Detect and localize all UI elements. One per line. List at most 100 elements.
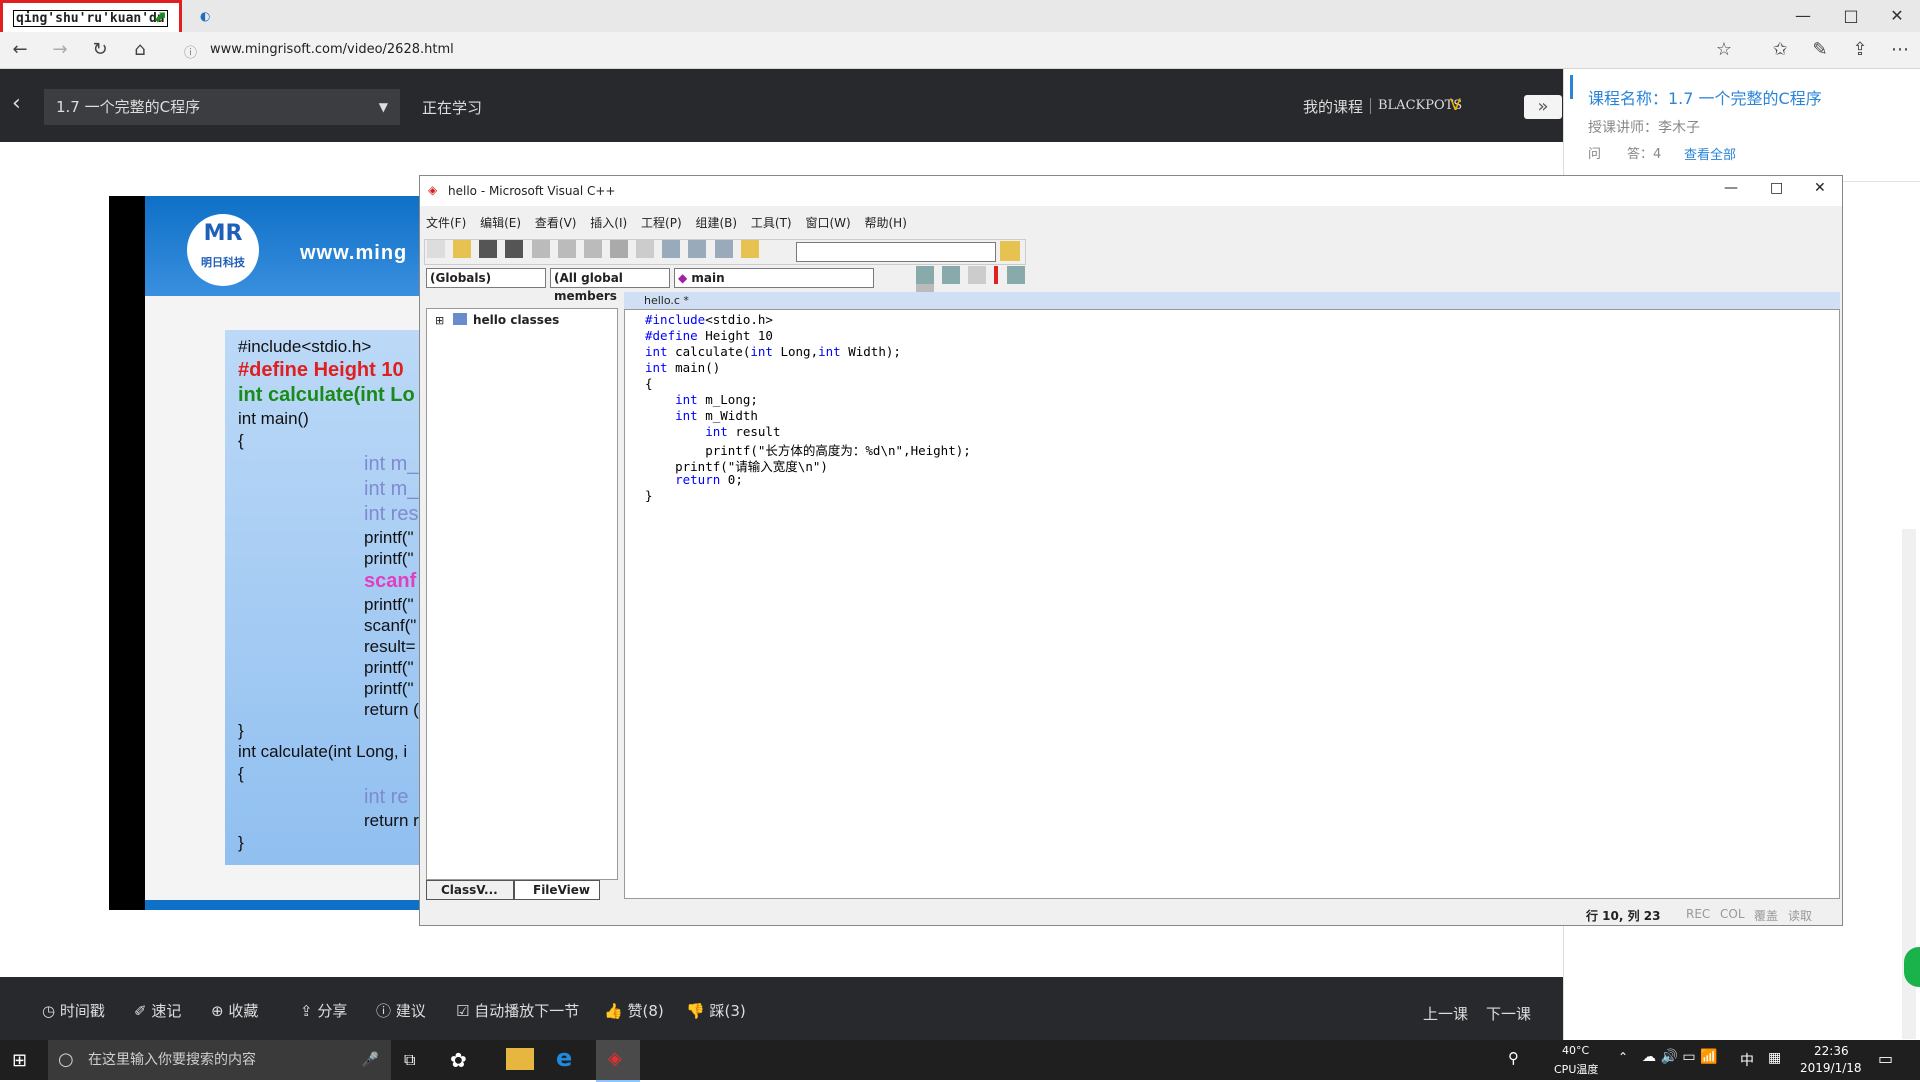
app-pinned-icon[interactable]: ✿ xyxy=(450,1048,467,1072)
build-icon[interactable] xyxy=(942,266,961,284)
tree-expand-icon[interactable]: ⊞ xyxy=(435,314,444,327)
find-combo[interactable] xyxy=(796,242,996,262)
back-icon[interactable]: ← xyxy=(6,36,34,64)
windows-icon[interactable] xyxy=(714,240,733,258)
vc-close-button[interactable]: ✕ xyxy=(1814,180,1826,196)
stop-build-icon[interactable] xyxy=(968,266,987,284)
code-line: int m_Width xyxy=(675,408,758,423)
slide-line: } xyxy=(238,721,244,740)
favorites-icon[interactable]: ✩ xyxy=(1766,36,1794,64)
save-all-icon[interactable] xyxy=(505,240,524,258)
tray-chevron-icon[interactable]: ⌃ xyxy=(1618,1050,1628,1064)
clock-date[interactable]: 2019/1/18 xyxy=(1800,1061,1862,1075)
refresh-icon[interactable]: ↻ xyxy=(86,36,114,64)
compile-icon[interactable] xyxy=(916,266,934,284)
menu-file[interactable]: 文件(F) xyxy=(426,216,466,230)
save-icon[interactable] xyxy=(479,240,498,258)
workspace-icon[interactable] xyxy=(662,240,681,258)
tab-strip[interactable]: ◐ xyxy=(200,6,1680,26)
slide-line: printf(" xyxy=(364,658,414,677)
tree-root[interactable]: hello classes xyxy=(473,313,559,327)
home-icon[interactable]: ⌂ xyxy=(126,36,154,64)
autoplay-checkbox[interactable]: ☑ 自动播放下一节 xyxy=(456,1000,579,1021)
lesson-select-label: 1.7 一个完整的C程序 xyxy=(56,98,201,116)
menu-project[interactable]: 工程(P) xyxy=(641,216,682,230)
back-arrow-icon[interactable]: ‹ xyxy=(12,91,21,116)
maximize-button[interactable]: □ xyxy=(1828,0,1874,32)
view-all-link[interactable]: 查看全部 xyxy=(1684,144,1736,163)
timestamp-button[interactable]: ◷ 时间戳 xyxy=(42,1000,105,1021)
close-button[interactable]: ✕ xyxy=(1874,0,1920,32)
redo-icon[interactable] xyxy=(636,240,655,258)
open-folder-icon[interactable] xyxy=(453,240,472,258)
collect-button[interactable]: ⊕ 收藏 xyxy=(211,1000,258,1021)
feedback-badge[interactable] xyxy=(1904,947,1920,987)
new-file-icon[interactable] xyxy=(427,240,445,258)
cut-icon[interactable] xyxy=(531,240,550,258)
undo-icon[interactable] xyxy=(609,240,628,258)
copy-icon[interactable] xyxy=(557,240,576,258)
start-windows-icon[interactable]: ⊞ xyxy=(12,1050,27,1071)
minimize-button[interactable]: — xyxy=(1780,0,1826,32)
menu-view[interactable]: 查看(V) xyxy=(535,216,577,230)
like-button[interactable]: 👍 赞(8) xyxy=(604,1000,664,1021)
find-icon[interactable] xyxy=(1000,241,1020,261)
menu-tools[interactable]: 工具(T) xyxy=(751,216,792,230)
forward-icon[interactable]: → xyxy=(46,36,74,64)
vc-maximize-button[interactable]: □ xyxy=(1770,180,1783,196)
output-icon[interactable] xyxy=(688,240,707,258)
lesson-select[interactable]: 1.7 一个完整的C程序 ▼ xyxy=(44,89,400,125)
members-combo[interactable]: (All global members xyxy=(550,268,670,303)
file-explorer-icon[interactable] xyxy=(506,1048,534,1070)
taskbar-search[interactable]: ○ 在这里输入你要搜索的内容 🎤 xyxy=(48,1040,391,1080)
pen-icon[interactable]: ✎ xyxy=(1806,36,1834,64)
my-courses-link[interactable]: 我的课程 xyxy=(1303,96,1363,117)
status-rec: REC xyxy=(1686,907,1711,921)
vc-taskbar-icon[interactable]: ◈ xyxy=(596,1040,640,1082)
suggest-button[interactable]: ⓘ 建议 xyxy=(376,1000,426,1021)
class-combo[interactable]: (Globals) xyxy=(426,268,546,288)
next-lesson-button[interactable]: 下一课 xyxy=(1486,1003,1531,1024)
slide-line: { xyxy=(238,431,244,450)
workspace-pane: ⊞ hello classes xyxy=(426,308,618,880)
tray-icons[interactable]: ☁ 🔊 ▭ 📶 xyxy=(1642,1049,1717,1065)
menu-build[interactable]: 组建(B) xyxy=(695,216,737,230)
file-tab[interactable]: hello.c * xyxy=(644,294,689,307)
share-icon: ⇪ xyxy=(300,1002,313,1020)
ime-lang-indicator[interactable]: 中 xyxy=(1740,1050,1754,1070)
menu-insert[interactable]: 插入(I) xyxy=(590,216,627,230)
paste-icon[interactable] xyxy=(583,240,602,258)
task-view-icon[interactable]: ⧉ xyxy=(404,1050,415,1070)
tab-fileview[interactable]: FileView xyxy=(514,880,600,900)
course-header: ‹ 1.7 一个完整的C程序 ▼ 正在学习 我的课程 BLACKPOTS V » xyxy=(0,69,1563,142)
code-editor[interactable]: #include<stdio.h> #define Height 10 int … xyxy=(624,309,1840,899)
function-combo[interactable]: ◆ main xyxy=(674,268,874,288)
code-line: #define Height 10 xyxy=(645,328,773,343)
people-icon[interactable]: ⚲ xyxy=(1508,1049,1519,1067)
menu-window[interactable]: 窗口(W) xyxy=(805,216,850,230)
share-icon[interactable]: ⇪ xyxy=(1846,36,1874,64)
prev-lesson-button[interactable]: 上一课 xyxy=(1423,1003,1468,1024)
notification-icon[interactable]: ▭ xyxy=(1878,1049,1893,1068)
favorite-star-icon[interactable]: ☆ xyxy=(1710,36,1738,64)
menu-help[interactable]: 帮助(H) xyxy=(865,216,907,230)
edge-browser-icon[interactable]: e xyxy=(556,1044,572,1072)
expand-panel-button[interactable]: » xyxy=(1524,95,1562,119)
slide-line: } xyxy=(238,833,244,852)
tab-classview[interactable]: ClassV... xyxy=(426,880,514,900)
go-icon[interactable] xyxy=(1006,266,1025,284)
notes-button[interactable]: ✐ 速记 xyxy=(134,1000,181,1021)
more-icon[interactable]: ⋯ xyxy=(1886,36,1914,64)
slide-line: printf(" xyxy=(364,549,414,568)
ime-grid-icon[interactable]: ▦ xyxy=(1768,1050,1781,1066)
execute-icon[interactable] xyxy=(994,266,999,284)
slide-site-text: www.ming xyxy=(300,242,408,264)
vc-minimize-button[interactable]: — xyxy=(1724,180,1738,196)
url-field[interactable]: www.mingrisoft.com/video/2628.html xyxy=(210,42,454,57)
logo-text: 明日科技 xyxy=(201,256,245,269)
find-files-icon[interactable] xyxy=(740,240,759,258)
clock-time[interactable]: 22:36 xyxy=(1814,1044,1849,1058)
dislike-button[interactable]: 👎 踩(3) xyxy=(686,1000,746,1021)
menu-edit[interactable]: 编辑(E) xyxy=(480,216,521,230)
share-button[interactable]: ⇪ 分享 xyxy=(300,1000,347,1021)
